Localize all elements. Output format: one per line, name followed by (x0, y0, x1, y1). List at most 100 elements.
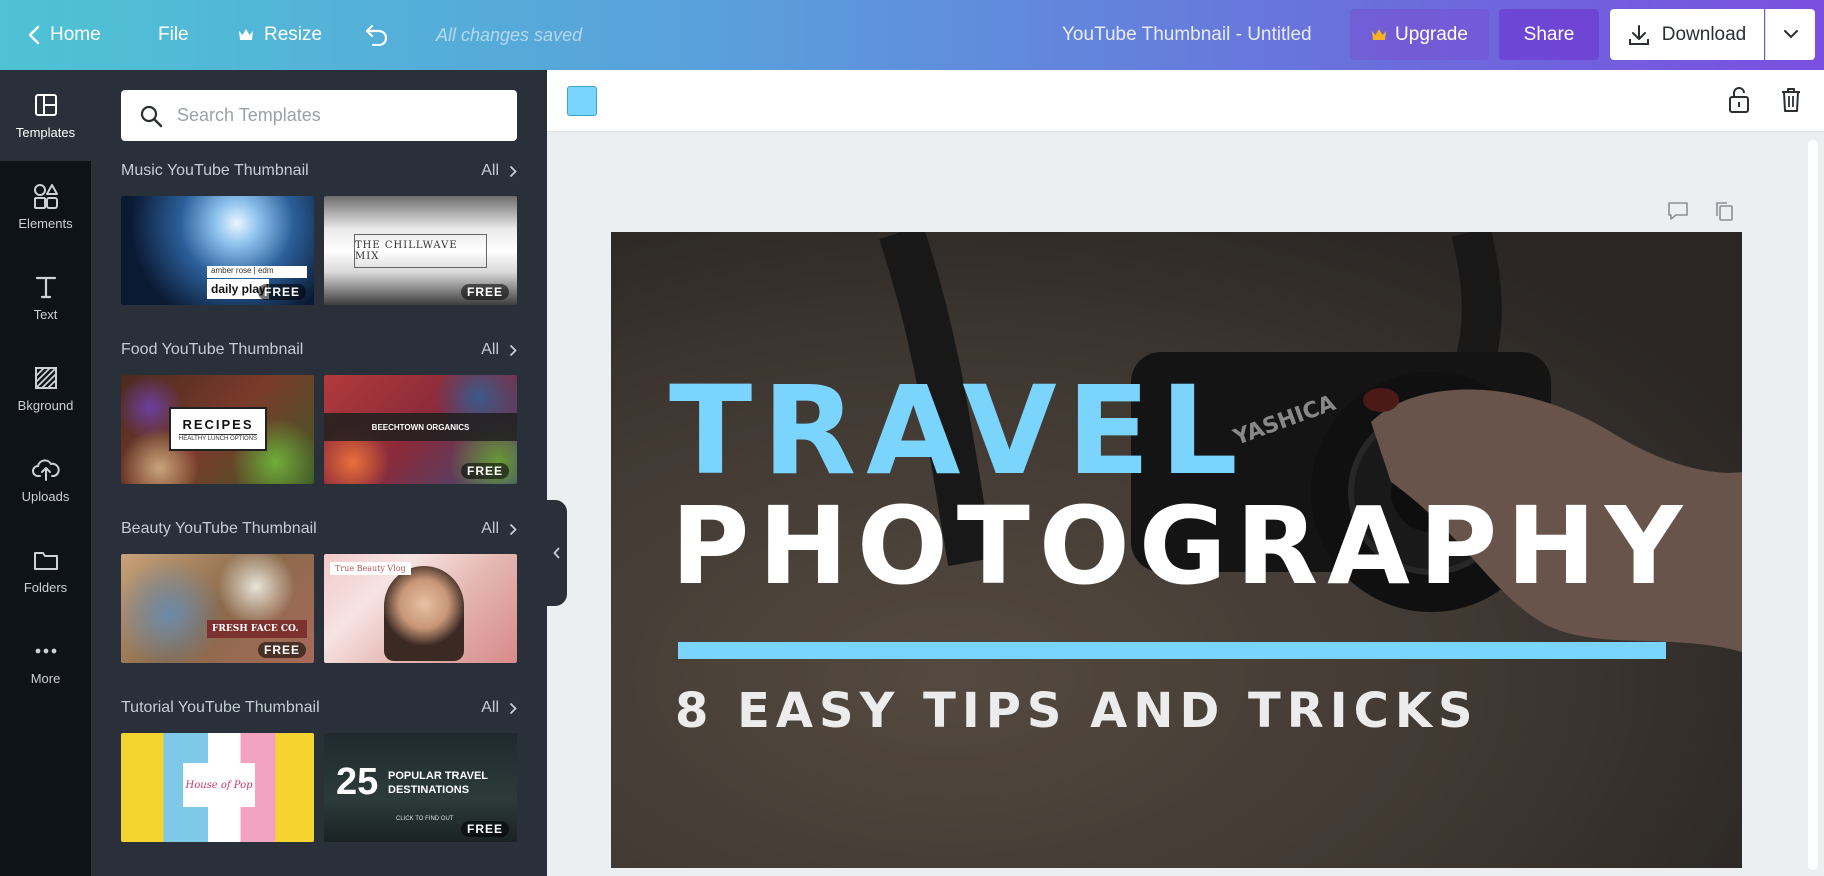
chevron-left-icon (28, 25, 40, 45)
search-box[interactable] (121, 90, 517, 141)
template-thumbnail[interactable]: RECIPES HEALTHY LUNCH OPTIONS (121, 375, 314, 484)
section-title: Tutorial YouTube Thumbnail (121, 699, 320, 716)
share-button[interactable]: Share (1499, 9, 1599, 60)
thumb-title: RECIPES (182, 416, 254, 432)
headline-photography[interactable]: PHOTOGRAPHY (671, 494, 1691, 601)
see-all-label: All (481, 341, 499, 358)
undo-button[interactable] (364, 0, 390, 70)
comment-icon (1668, 202, 1688, 220)
rail-label: Text (33, 307, 58, 322)
rail-label: More (30, 671, 61, 686)
home-button[interactable]: Home (28, 0, 101, 70)
see-all-button[interactable]: All (481, 341, 517, 359)
color-swatch[interactable] (567, 86, 597, 116)
upgrade-button[interactable]: Upgrade (1350, 9, 1489, 60)
scrollbar-thumb[interactable] (1808, 140, 1818, 870)
rail-more[interactable]: More (0, 616, 91, 707)
thumb-label-box: RECIPES HEALTHY LUNCH OPTIONS (169, 407, 267, 451)
see-all-button[interactable]: All (481, 520, 517, 538)
accent-bar[interactable] (678, 642, 1666, 659)
collapse-panel-button[interactable] (547, 500, 567, 606)
copy-icon (1716, 202, 1733, 221)
rail-templates[interactable]: Templates (0, 70, 91, 161)
free-badge: FREE (257, 284, 306, 300)
section-title: Music YouTube Thumbnail (121, 162, 309, 179)
background-icon (34, 367, 57, 389)
upgrade-label: Upgrade (1395, 23, 1468, 45)
comment-button[interactable] (1663, 196, 1693, 226)
template-thumbnail[interactable]: True Beauty Vlog (324, 554, 517, 663)
trash-icon (1782, 88, 1800, 112)
design-canvas[interactable]: YASHICA TRAVEL PHOTOGRAPHY 8 EASY TIPS A… (611, 232, 1742, 868)
thumb-title: BEECHTOWN ORGANICS (324, 413, 517, 441)
rail-uploads[interactable]: Uploads (0, 434, 91, 525)
file-label: File (158, 24, 189, 45)
thumb-subtext: CLICK TO FIND OUT (396, 816, 454, 822)
see-all-button[interactable]: All (481, 162, 517, 180)
upload-icon (31, 459, 60, 481)
section-header-beauty: Beauty YouTube Thumbnail All (121, 517, 517, 541)
text-icon (35, 276, 56, 299)
template-thumbnail[interactable]: 25 POPULAR TRAVEL DESTINATIONS CLICK TO … (324, 733, 517, 842)
home-label: Home (50, 24, 101, 45)
template-thumbnail[interactable]: BEECHTOWN ORGANICS FREE (324, 375, 517, 484)
top-bar: Home File Resize All changes saved YouTu… (0, 0, 1824, 70)
chevron-right-icon (509, 344, 517, 356)
crown-icon (1372, 28, 1387, 40)
file-menu[interactable]: File (158, 0, 189, 70)
chevron-down-icon (1783, 30, 1798, 39)
section-header-food: Food YouTube Thumbnail All (121, 338, 517, 362)
thumb-title: True Beauty Vlog (330, 562, 411, 575)
rail-text[interactable]: Text (0, 252, 91, 343)
template-thumbnail[interactable]: amber rose | edm daily playl FREE (121, 196, 314, 305)
download-options-button[interactable] (1765, 9, 1815, 60)
thumb-portrait (384, 566, 464, 661)
undo-icon (365, 24, 388, 46)
thumb-subtext: amber rose | edm (207, 266, 307, 278)
rail-label: Uploads (21, 489, 70, 504)
see-all-label: All (481, 520, 499, 537)
headline-travel[interactable]: TRAVEL (669, 370, 1248, 492)
chevron-right-icon (509, 165, 517, 177)
template-thumbnail[interactable]: THE CHILLWAVE MIX FREE (324, 196, 517, 305)
document-title[interactable]: YouTube Thumbnail - Untitled (1062, 0, 1312, 70)
thumb-title: THE CHILLWAVE MIX (354, 234, 487, 268)
see-all-button[interactable]: All (481, 699, 517, 717)
see-all-label: All (481, 699, 499, 716)
search-icon (140, 105, 163, 127)
free-badge: FREE (460, 463, 509, 479)
templates-icon (34, 94, 57, 116)
subheadline[interactable]: 8 EASY TIPS AND TRICKS (675, 683, 1479, 739)
folder-icon (33, 552, 58, 570)
more-icon (35, 648, 56, 654)
side-rail: Templates Elements Text Bkground Uploads… (0, 70, 91, 876)
thumb-title: House of Pop (183, 763, 255, 807)
rail-label: Templates (15, 125, 76, 140)
rail-label: Elements (18, 216, 73, 231)
see-all-label: All (481, 162, 499, 179)
crown-icon (239, 29, 253, 40)
rail-background[interactable]: Bkground (0, 343, 91, 434)
chevron-right-icon (509, 523, 517, 535)
templates-panel: Music YouTube Thumbnail All amber rose |… (91, 70, 547, 876)
share-label: Share (1523, 23, 1575, 45)
template-thumbnail[interactable]: House of Pop (121, 733, 314, 842)
thumb-number: 25 (336, 761, 379, 803)
free-badge: FREE (460, 821, 509, 837)
editor-toolbar (547, 70, 1824, 132)
resize-label: Resize (264, 24, 323, 45)
download-icon (1628, 24, 1649, 45)
thumb-title: POPULAR TRAVEL DESTINATIONS (388, 770, 488, 797)
section-header-tutorial: Tutorial YouTube Thumbnail All (121, 696, 517, 720)
rail-elements[interactable]: Elements (0, 161, 91, 252)
rail-label: Bkground (17, 398, 74, 413)
thumb-subtext: HEALTHY LUNCH OPTIONS (178, 433, 258, 442)
download-button[interactable]: Download (1610, 9, 1764, 60)
duplicate-page-button[interactable] (1709, 196, 1739, 226)
lock-button[interactable] (1723, 84, 1755, 116)
rail-folders[interactable]: Folders (0, 525, 91, 616)
delete-button[interactable] (1775, 84, 1807, 116)
resize-button[interactable]: Resize (238, 0, 322, 70)
search-input[interactable] (177, 105, 497, 126)
template-thumbnail[interactable]: FRESH FACE CO. FREE (121, 554, 314, 663)
